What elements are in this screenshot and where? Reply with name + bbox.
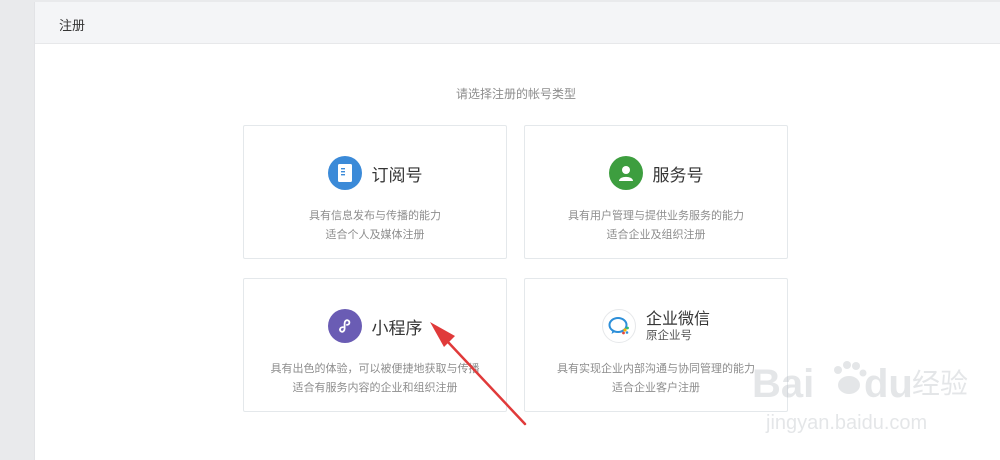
card-name: 小程序 [371, 318, 423, 339]
mini-program-card[interactable]: 小程序 具有出色的体验，可以被便捷地获取与传播 适合有服务内容的企业和组织注册 [243, 278, 507, 412]
card-desc-line: 适合个人及媒体注册 [325, 228, 425, 241]
account-type-prompt: 请选择注册的帐号类型 [455, 87, 576, 101]
panel-title: 注册 [59, 19, 86, 34]
card-desc-line: 适合有服务内容的企业和组织注册 [292, 381, 458, 394]
card-description: 具有信息发布与传播的能力 适合个人及媒体注册 [244, 206, 506, 244]
card-name-stack: 企业微信 原企业号 [645, 309, 710, 342]
card-name: 服务号 [652, 165, 704, 186]
card-head: 小程序 [244, 308, 506, 344]
service-account-card[interactable]: 服务号 具有用户管理与提供业务服务的能力 适合企业及组织注册 [524, 125, 788, 259]
card-subname: 原企业号 [645, 327, 692, 342]
work-chat-icon [601, 309, 636, 343]
card-head: 订阅号 [244, 155, 506, 191]
card-description: 具有用户管理与提供业务服务的能力 适合企业及组织注册 [525, 206, 787, 244]
card-desc-line: 适合企业及组织注册 [606, 228, 706, 241]
user-icon [608, 156, 643, 190]
card-desc-line: 具有出色的体验，可以被便捷地获取与传播 [270, 362, 480, 375]
card-description: 具有实现企业内部沟通与协同管理的能力 适合企业客户注册 [525, 359, 787, 397]
card-desc-line: 具有用户管理与提供业务服务的能力 [568, 209, 744, 222]
miniprogram-icon [327, 309, 362, 343]
document-icon [327, 156, 362, 190]
card-description: 具有出色的体验，可以被便捷地获取与传播 适合有服务内容的企业和组织注册 [244, 359, 506, 397]
card-name: 企业微信 [645, 309, 710, 329]
wecom-card[interactable]: 企业微信 原企业号 具有实现企业内部沟通与协同管理的能力 适合企业客户注册 [524, 278, 788, 412]
panel-header: 注册 [35, 2, 1000, 44]
card-head: 服务号 [525, 155, 787, 191]
card-name: 订阅号 [371, 165, 423, 186]
card-desc-line: 具有实现企业内部沟通与协同管理的能力 [557, 362, 755, 375]
card-head: 企业微信 原企业号 [525, 308, 787, 344]
card-desc-line: 适合企业客户注册 [612, 381, 700, 394]
card-desc-line: 具有信息发布与传播的能力 [309, 209, 441, 222]
register-panel: 注册 [34, 2, 1000, 460]
subscription-account-card[interactable]: 订阅号 具有信息发布与传播的能力 适合个人及媒体注册 [243, 125, 507, 259]
